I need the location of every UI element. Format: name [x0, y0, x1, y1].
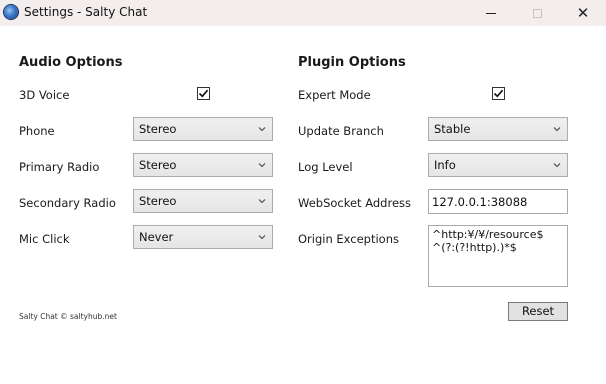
websocket-address-label: WebSocket Address: [298, 196, 412, 210]
update-branch-label: Update Branch: [298, 124, 384, 138]
chevron-down-icon: [553, 163, 561, 168]
chevron-down-icon: [258, 235, 266, 240]
phone-label: Phone: [19, 124, 55, 138]
close-button[interactable]: ✕: [560, 0, 606, 26]
origin-exceptions-textarea[interactable]: ^http:¥/¥/resource$ ^(?:(?!http).)*$: [428, 225, 568, 287]
title-bar: Settings - Salty Chat ✕: [0, 0, 606, 26]
secondary-radio-label: Secondary Radio: [19, 196, 116, 210]
log-level-select[interactable]: Info: [428, 153, 568, 177]
chevron-down-icon: [553, 127, 561, 132]
copyright-text: Salty Chat © saltyhub.net: [19, 312, 117, 321]
window-title: Settings - Salty Chat: [24, 5, 148, 19]
maximize-icon: [532, 8, 542, 18]
3d-voice-label: 3D Voice: [19, 88, 70, 102]
audio-options-heading: Audio Options: [19, 55, 123, 70]
mic-click-select[interactable]: Never: [133, 225, 273, 249]
secondary-radio-select[interactable]: Stereo: [133, 189, 273, 213]
plugin-options-heading: Plugin Options: [298, 55, 406, 70]
websocket-address-value: 127.0.0.1:38088: [432, 195, 528, 209]
minimize-icon: [486, 12, 496, 14]
mic-click-label: Mic Click: [19, 232, 70, 246]
primary-radio-select-value: Stereo: [139, 158, 177, 172]
checkmark-icon: [198, 89, 209, 98]
expert-mode-checkbox[interactable]: [492, 87, 505, 100]
minimize-button[interactable]: [468, 0, 514, 26]
origin-exceptions-label: Origin Exceptions: [298, 232, 400, 246]
maximize-button: [514, 0, 560, 26]
websocket-address-input[interactable]: 127.0.0.1:38088: [428, 189, 568, 214]
chevron-down-icon: [258, 199, 266, 204]
primary-radio-select[interactable]: Stereo: [133, 153, 273, 177]
update-branch-select[interactable]: Stable: [428, 117, 568, 141]
phone-select-value: Stereo: [139, 122, 177, 136]
app-icon: [4, 5, 18, 19]
3d-voice-checkbox[interactable]: [197, 87, 210, 100]
chevron-down-icon: [258, 163, 266, 168]
origin-exception-line: ^(?:(?!http).)*$: [432, 241, 517, 254]
origin-exception-line: ^http:¥/¥/resource$: [432, 228, 544, 241]
reset-button[interactable]: Reset: [508, 302, 568, 321]
chevron-down-icon: [258, 127, 266, 132]
expert-mode-label: Expert Mode: [298, 88, 371, 102]
checkmark-icon: [493, 89, 504, 98]
secondary-radio-select-value: Stereo: [139, 194, 177, 208]
log-level-label: Log Level: [298, 160, 353, 174]
update-branch-select-value: Stable: [434, 122, 471, 136]
phone-select[interactable]: Stereo: [133, 117, 273, 141]
primary-radio-label: Primary Radio: [19, 160, 100, 174]
log-level-select-value: Info: [434, 158, 456, 172]
mic-click-select-value: Never: [139, 230, 174, 244]
close-icon: ✕: [576, 3, 590, 22]
